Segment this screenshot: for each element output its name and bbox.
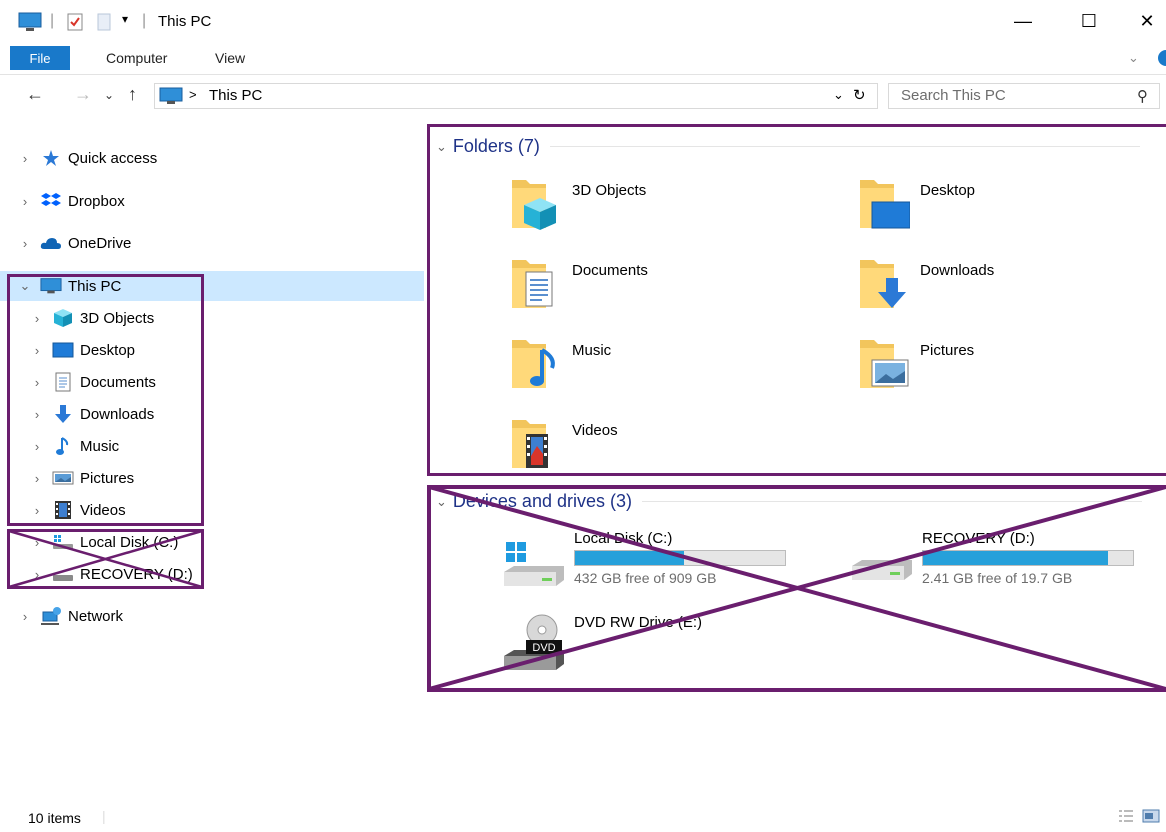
title-bar: | ▾ | This PC — ☐ ✕ bbox=[0, 0, 1166, 44]
annotation-cross-drives-nav bbox=[8, 529, 203, 589]
search-icon[interactable]: ⚲ bbox=[1137, 87, 1148, 105]
annotation-cross-devices bbox=[428, 485, 1166, 691]
breadcrumb-separator[interactable]: > bbox=[189, 87, 197, 102]
item-count: 10 items bbox=[28, 810, 81, 826]
this-pc-window-icon[interactable] bbox=[18, 12, 42, 37]
new-folder-quick-icon[interactable] bbox=[96, 12, 112, 37]
expand-ribbon-chevron-icon[interactable]: ⌄ bbox=[1128, 50, 1139, 66]
refresh-icon[interactable]: ↻ bbox=[853, 86, 866, 104]
annotation-box-this-pc-children bbox=[7, 274, 204, 526]
onedrive-cloud-icon bbox=[40, 234, 62, 252]
tab-file[interactable]: File bbox=[10, 46, 70, 70]
minimize-button[interactable]: — bbox=[1000, 6, 1046, 36]
address-bar[interactable]: > This PC ⌄ ↻ bbox=[154, 83, 878, 109]
expand-chevron-icon[interactable]: › bbox=[16, 236, 34, 251]
network-icon bbox=[40, 607, 62, 625]
annotation-box-folders bbox=[427, 124, 1166, 476]
up-arrow-icon[interactable]: ↑ bbox=[128, 84, 137, 105]
sidebar-item-label: Quick access bbox=[68, 149, 158, 167]
quick-access-star-icon bbox=[40, 149, 62, 167]
this-pc-address-icon bbox=[159, 87, 183, 110]
tab-computer[interactable]: Computer bbox=[106, 50, 167, 66]
details-view-icon[interactable] bbox=[1118, 809, 1134, 826]
recent-locations-chevron-icon[interactable]: ⌄ bbox=[104, 88, 114, 102]
large-icons-view-icon[interactable] bbox=[1142, 809, 1160, 826]
close-button[interactable]: ✕ bbox=[1124, 6, 1166, 36]
search-input[interactable]: Search This PC ⚲ bbox=[888, 83, 1160, 109]
sidebar-item-onedrive[interactable]: › OneDrive bbox=[16, 229, 132, 257]
properties-quick-icon[interactable] bbox=[66, 12, 84, 37]
ribbon-tabs: File Computer View ⌄ bbox=[0, 44, 1166, 75]
sidebar-item-label: Dropbox bbox=[68, 192, 125, 210]
tab-view[interactable]: View bbox=[215, 50, 245, 66]
customize-quick-access-icon[interactable]: ▾ bbox=[122, 12, 128, 26]
status-divider: | bbox=[102, 808, 106, 824]
breadcrumb-this-pc[interactable]: This PC bbox=[209, 87, 262, 104]
window-title: This PC bbox=[158, 13, 212, 30]
sidebar-item-label: Network bbox=[68, 607, 124, 625]
title-separator-2: | bbox=[142, 12, 147, 29]
sidebar-item-quick-access[interactable]: › Quick access bbox=[16, 144, 157, 172]
expand-chevron-icon[interactable]: › bbox=[16, 194, 34, 209]
sidebar-item-label: OneDrive bbox=[68, 234, 132, 252]
expand-chevron-icon[interactable]: › bbox=[16, 151, 34, 166]
sidebar-item-dropbox[interactable]: › Dropbox bbox=[16, 187, 125, 215]
status-bar: 10 items | bbox=[0, 806, 1166, 832]
forward-arrow-icon[interactable]: → bbox=[74, 84, 92, 105]
expand-chevron-icon[interactable]: › bbox=[16, 609, 34, 624]
maximize-button[interactable]: ☐ bbox=[1066, 6, 1112, 36]
help-icon[interactable] bbox=[1154, 49, 1166, 72]
search-placeholder: Search This PC bbox=[901, 87, 1006, 104]
title-separator: | bbox=[50, 12, 55, 29]
back-arrow-icon[interactable]: ← bbox=[26, 84, 44, 105]
dropbox-icon bbox=[40, 192, 62, 210]
sidebar-item-network[interactable]: › Network bbox=[16, 602, 123, 630]
address-dropdown-chevron-icon[interactable]: ⌄ bbox=[833, 87, 844, 103]
address-row: ← → ⌄ ↑ > This PC ⌄ ↻ Search This PC ⚲ bbox=[0, 78, 1166, 114]
